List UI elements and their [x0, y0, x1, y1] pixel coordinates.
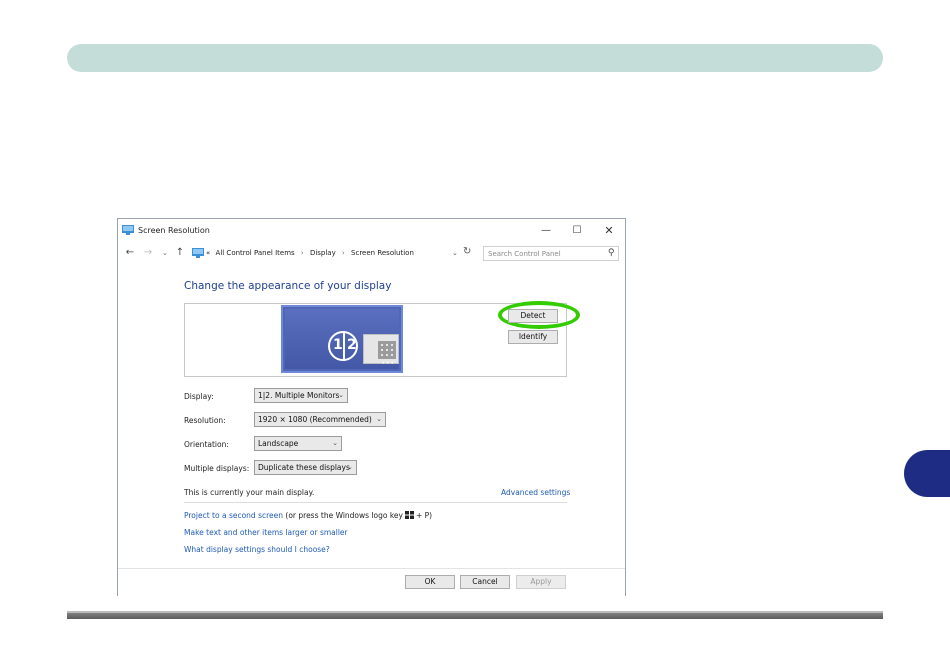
breadcrumb-all-control-panel-items[interactable]: All Control Panel Items: [216, 249, 295, 257]
maximize-button[interactable]: ☐: [566, 223, 588, 239]
monitor-thumbnail[interactable]: 1 2 •••: [281, 305, 403, 373]
detect-button[interactable]: Detect: [508, 309, 558, 323]
windows-logo-icon: [404, 511, 414, 519]
forward-arrow-icon[interactable]: →: [142, 247, 154, 258]
window-title: Screen Resolution: [138, 226, 210, 235]
ok-button[interactable]: OK: [405, 575, 455, 589]
chevron-down-icon: ⌄: [376, 415, 382, 423]
back-arrow-icon[interactable]: ←: [124, 247, 136, 258]
screen-resolution-window: Screen Resolution — ☐ ✕ ← → ⌄ ↑ « All Co…: [117, 218, 626, 596]
breadcrumb-separator[interactable]: ›: [301, 249, 304, 257]
up-arrow-icon[interactable]: ↑: [174, 247, 186, 258]
cancel-button[interactable]: Cancel: [460, 575, 510, 589]
orientation-select-value: Landscape: [258, 439, 299, 448]
advanced-settings-link[interactable]: Advanced settings: [501, 488, 570, 497]
multiple-displays-label: Multiple displays:: [184, 464, 250, 473]
multiple-displays-select[interactable]: Duplicate these displays ⌄: [254, 460, 357, 475]
address-dropdown-chevron-icon[interactable]: ⌄: [452, 249, 458, 257]
monitor-screen: 1 2 •••: [285, 309, 399, 369]
project-hint-text: (or press the Windows logo key: [285, 511, 403, 520]
refresh-icon[interactable]: ↻: [463, 246, 471, 257]
page-title: Change the appearance of your display: [184, 280, 392, 292]
control-panel-icon: [122, 225, 134, 235]
resolution-select-value: 1920 × 1080 (Recommended): [258, 415, 372, 424]
text-size-link[interactable]: Make text and other items larger or smal…: [184, 528, 348, 537]
multiple-displays-select-value: Duplicate these displays: [258, 463, 350, 472]
section-divider: [184, 502, 567, 503]
footer-rule-highlight: [67, 611, 883, 613]
monitor-dots: •••: [381, 360, 395, 367]
footer-divider: [118, 568, 625, 569]
monitor-grid-cells: [378, 341, 396, 359]
display-select-value: 1|2. Multiple Monitors: [258, 391, 340, 400]
control-panel-icon: [192, 248, 204, 258]
search-placeholder: Search Control Panel: [488, 250, 561, 258]
recent-locations-chevron-icon[interactable]: ⌄: [159, 249, 171, 257]
orientation-label: Orientation:: [184, 440, 229, 449]
monitor-number-1: 1: [333, 337, 343, 353]
page-footer-rule: [67, 611, 883, 619]
chevron-down-icon: ⌄: [347, 463, 353, 471]
search-input[interactable]: Search Control Panel ⚲: [483, 246, 619, 261]
project-hint-shortcut: + P): [415, 511, 433, 520]
minimize-button[interactable]: —: [535, 223, 557, 239]
breadcrumb-separator[interactable]: ›: [342, 249, 345, 257]
page-header-band: [67, 44, 883, 72]
apply-button[interactable]: Apply: [516, 575, 566, 589]
chevron-down-icon: ⌄: [338, 391, 344, 399]
chapter-tab: [904, 450, 950, 497]
breadcrumb-screen-resolution[interactable]: Screen Resolution: [351, 249, 414, 257]
breadcrumb: « All Control Panel Items › Display › Sc…: [206, 249, 414, 257]
project-second-screen-link[interactable]: Project to a second screen: [184, 511, 283, 520]
breadcrumb-overflow[interactable]: «: [206, 249, 210, 257]
display-select[interactable]: 1|2. Multiple Monitors ⌄: [254, 388, 348, 403]
address-bar-row: ← → ⌄ ↑ « All Control Panel Items › Disp…: [118, 243, 625, 263]
breadcrumb-display[interactable]: Display: [310, 249, 336, 257]
resolution-select[interactable]: 1920 × 1080 (Recommended) ⌄: [254, 412, 386, 427]
display-settings-help-link[interactable]: What display settings should I choose?: [184, 545, 330, 554]
title-bar[interactable]: Screen Resolution — ☐ ✕: [118, 219, 625, 243]
resolution-label: Resolution:: [184, 416, 226, 425]
manual-page: Screen Resolution — ☐ ✕ ← → ⌄ ↑ « All Co…: [0, 0, 950, 669]
identify-button[interactable]: Identify: [508, 330, 558, 344]
address-bar[interactable]: « All Control Panel Items › Display › Sc…: [190, 245, 466, 262]
close-button[interactable]: ✕: [598, 223, 620, 239]
display-label: Display:: [184, 392, 214, 401]
monitor-number-2: 2: [347, 337, 357, 353]
monitor-divider: [343, 331, 345, 361]
chevron-down-icon: ⌄: [332, 439, 338, 447]
main-display-note: This is currently your main display.: [184, 488, 315, 497]
search-icon[interactable]: ⚲: [608, 248, 615, 258]
orientation-select[interactable]: Landscape ⌄: [254, 436, 342, 451]
project-line: Project to a second screen (or press the…: [184, 511, 432, 520]
